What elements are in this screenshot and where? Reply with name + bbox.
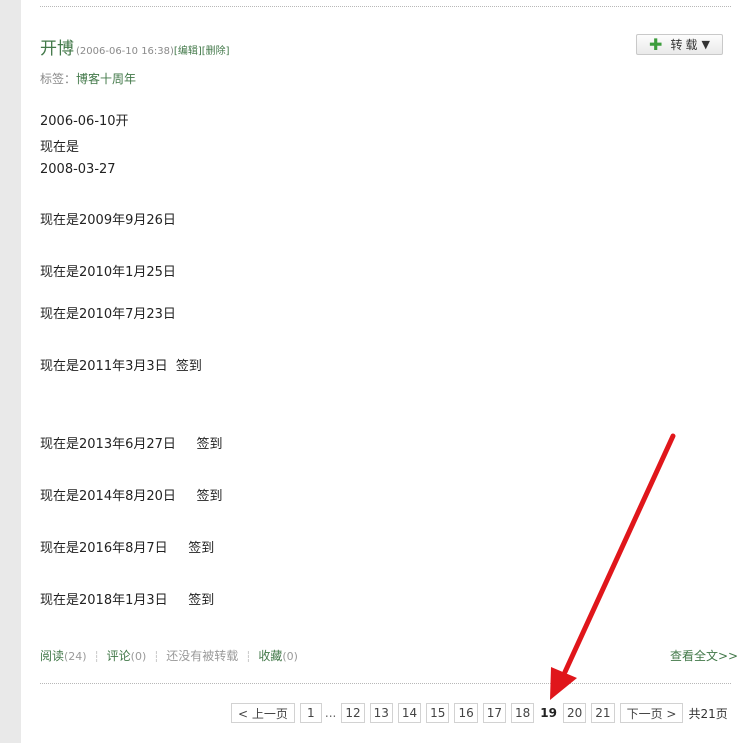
page-15[interactable]: 15 xyxy=(426,703,450,723)
separator: ┆ xyxy=(153,652,160,663)
delete-link[interactable]: [删除] xyxy=(202,46,230,57)
view-full-link[interactable]: 查看全文>> xyxy=(670,647,738,664)
page-12[interactable]: 12 xyxy=(341,703,365,723)
page-1[interactable]: 1 xyxy=(299,703,322,723)
page-14[interactable]: 14 xyxy=(397,703,422,723)
edit-link[interactable]: [编辑] xyxy=(174,46,202,57)
post-title[interactable]: 开博 xyxy=(40,34,74,59)
tags-label: 标签： xyxy=(40,72,77,86)
post-line: 现在是2016年8月7日 签到 xyxy=(40,541,215,556)
comment-count: (0) xyxy=(130,650,147,663)
total-pages: 共21页 xyxy=(688,706,728,721)
page-13[interactable]: 13 xyxy=(369,703,393,723)
read-link[interactable]: 阅读 xyxy=(40,647,64,664)
page-18[interactable]: 18 xyxy=(511,703,535,723)
page-16[interactable]: 16 xyxy=(454,703,478,723)
post-line: 现在是 xyxy=(40,140,80,155)
post-line: 2006-06-10开 xyxy=(40,114,129,129)
plus-icon: ✚ xyxy=(649,34,663,54)
top-divider xyxy=(40,6,731,7)
repost-button[interactable]: ✚ 转载 ▼ xyxy=(636,34,723,55)
caret-down-icon: ▼ xyxy=(701,38,710,51)
prev-page-button[interactable]: < 上一页 xyxy=(231,703,295,723)
bottom-divider xyxy=(40,683,731,684)
post-header: 开博 (2006-06-10 16:38)[编辑][删除] xyxy=(40,34,230,59)
post-line: 现在是2011年3月3日 签到 xyxy=(40,359,202,374)
post-footer-links: 阅读 (24) ┆ 评论 (0) ┆ 还没有被转载 ┆ 收藏 (0) xyxy=(40,647,298,664)
post-line: 现在是2010年7月23日 xyxy=(40,307,176,322)
favorite-count: (0) xyxy=(282,650,298,663)
not-reposted-text: 还没有被转载 xyxy=(166,649,239,663)
favorite-link[interactable]: 收藏 xyxy=(258,647,282,664)
post-line: 现在是2009年9月26日 xyxy=(40,213,176,228)
separator: ┆ xyxy=(93,652,100,663)
post-line: 现在是2013年6月27日 签到 xyxy=(40,437,223,452)
post-line: 现在是2014年8月20日 签到 xyxy=(40,489,223,504)
post-tags: 标签：博客十周年 xyxy=(40,70,136,87)
next-page-button[interactable]: 下一页 > xyxy=(619,703,684,723)
post-meta: (2006-06-10 16:38)[编辑][删除] xyxy=(76,42,230,57)
current-page-19: 19 xyxy=(540,706,557,720)
post-line: 现在是2018年1月3日 签到 xyxy=(40,593,215,608)
pagination: < 上一页 1 ... 12 13 14 15 16 17 18 19 20 2… xyxy=(231,703,728,723)
page-20[interactable]: 20 xyxy=(563,703,587,723)
comment-link[interactable]: 评论 xyxy=(107,647,131,664)
read-count: (24) xyxy=(64,650,87,663)
page-17[interactable]: 17 xyxy=(482,703,507,723)
post-line: 现在是2010年1月25日 xyxy=(40,265,176,280)
post-date: (2006-06-10 16:38) xyxy=(76,46,174,57)
page-21[interactable]: 21 xyxy=(591,703,615,723)
repost-label: 转载 xyxy=(670,38,701,52)
pager-ellipsis: ... xyxy=(324,706,337,720)
post-line: 2008-03-27 xyxy=(40,162,116,177)
separator: ┆ xyxy=(245,652,252,663)
tag-link[interactable]: 博客十周年 xyxy=(76,72,136,86)
